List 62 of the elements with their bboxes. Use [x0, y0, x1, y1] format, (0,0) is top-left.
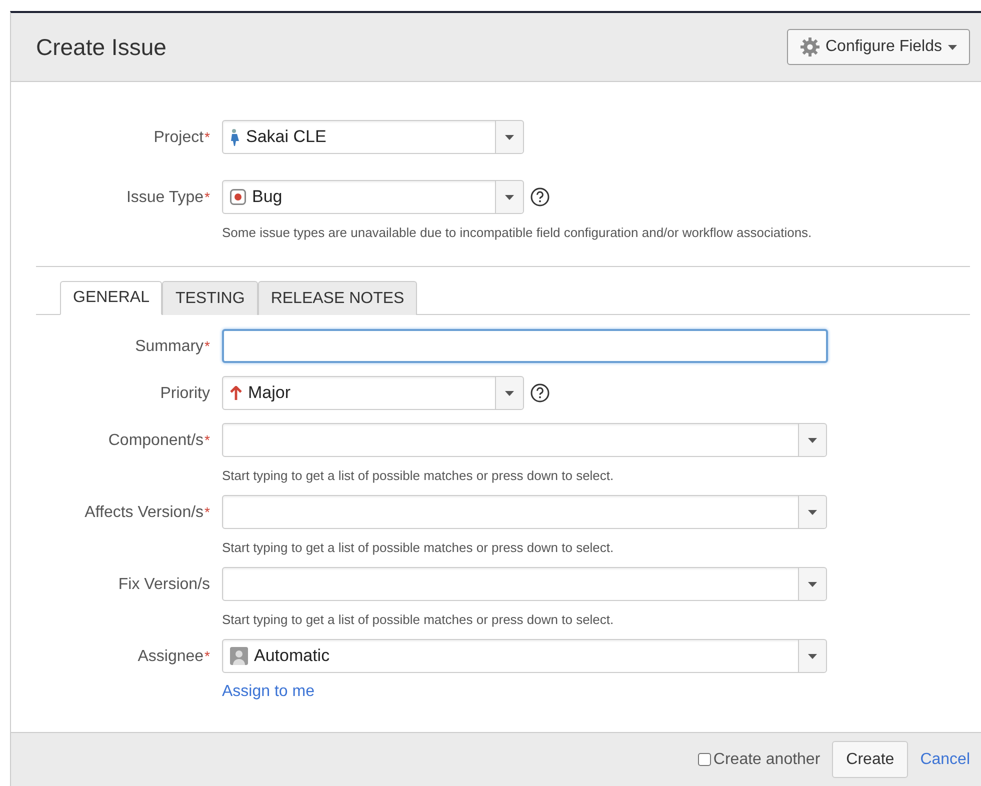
select-field[interactable]: Bug [222, 180, 524, 214]
caret-icon [808, 582, 817, 586]
caret-icon [948, 44, 957, 50]
required-mark: * [204, 504, 210, 522]
select-field[interactable]: Automatic [222, 639, 827, 673]
select-value: Automatic [254, 646, 330, 666]
select-value: Major [248, 383, 291, 403]
dropdown-button[interactable] [798, 640, 826, 672]
dropdown-button[interactable] [495, 181, 523, 213]
assign-link[interactable]: Assign to me [222, 683, 827, 701]
field-label: Fix Version/s [118, 576, 210, 594]
required-mark: * [204, 648, 210, 666]
tab[interactable]: GENERAL [60, 281, 162, 315]
dropdown-button[interactable] [798, 568, 826, 600]
field-label: Component/s [108, 432, 204, 450]
select-field[interactable]: Major [222, 376, 524, 410]
configure-fields-button[interactable]: Configure Fields [786, 29, 970, 65]
dropdown-button[interactable] [495, 377, 523, 409]
caret-icon [505, 390, 514, 396]
bug-icon [230, 189, 246, 205]
create-button[interactable]: Create [832, 741, 908, 778]
help-text: Start typing to get a list of possible matches or press down to select. [222, 468, 615, 483]
required-mark: * [204, 189, 210, 207]
caret-icon [505, 134, 514, 140]
select-field[interactable] [222, 567, 827, 601]
checkbox-label: Create another [713, 750, 820, 768]
field-label: Project [154, 129, 204, 147]
field-label: Priority [160, 385, 210, 403]
input-field[interactable] [222, 329, 828, 363]
select-value: Bug [252, 187, 282, 207]
required-mark: * [204, 338, 210, 356]
required-mark: * [204, 129, 210, 147]
help-text: Start typing to get a list of possible matches or press down to select. [222, 612, 615, 627]
help-icon[interactable] [530, 187, 550, 207]
gear-icon [800, 37, 820, 57]
up-arrow-icon [230, 386, 242, 400]
select-value: Sakai CLE [246, 127, 326, 147]
dropdown-button[interactable] [798, 496, 826, 528]
field-label: Assignee [138, 648, 204, 666]
help-text: Some issue types are unavailable due to incompatible field configuration and/or workflow associations. [222, 225, 812, 240]
avatar-icon [230, 647, 248, 665]
dropdown-button[interactable] [495, 121, 523, 153]
dropdown-button[interactable] [798, 424, 826, 456]
caret-icon [808, 654, 817, 658]
field-label: Affects Version/s [84, 504, 204, 522]
tab[interactable]: RELEASE NOTES [258, 281, 418, 315]
select-field[interactable] [222, 495, 827, 529]
field-label: Issue Type [126, 189, 204, 207]
field-label: Summary [135, 338, 204, 356]
select-field[interactable] [222, 423, 827, 457]
figure-icon [230, 128, 240, 146]
caret-icon [505, 194, 514, 200]
required-mark: * [204, 432, 210, 450]
tab[interactable]: TESTING [162, 281, 258, 315]
caret-icon [808, 510, 817, 514]
caret-icon [808, 438, 817, 442]
select-field[interactable]: Sakai CLE [222, 120, 524, 154]
checkbox[interactable] [698, 753, 712, 766]
help-text: Start typing to get a list of possible matches or press down to select. [222, 540, 615, 555]
help-icon[interactable] [530, 383, 550, 403]
cancel-link[interactable]: Cancel [920, 750, 970, 768]
dialog-title: Create Issue [36, 34, 166, 60]
